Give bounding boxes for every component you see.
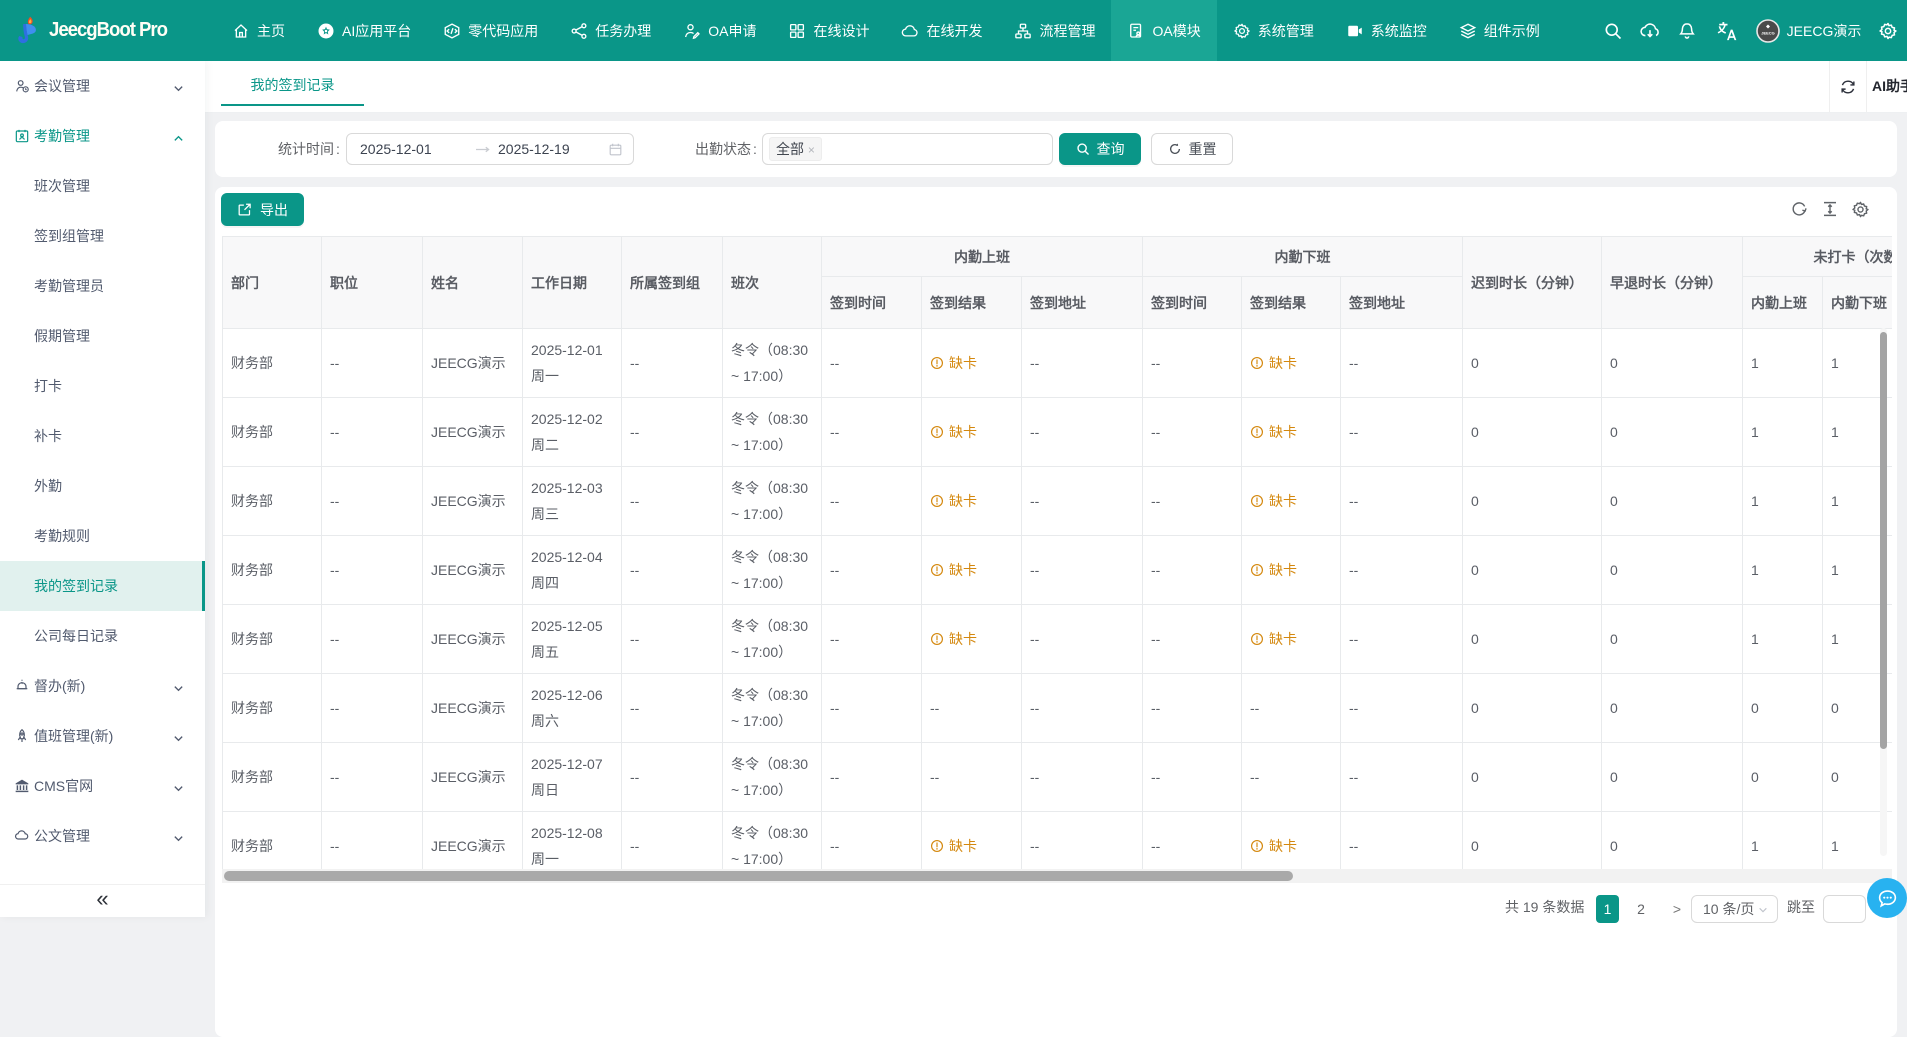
svg-text:JEECG: JEECG xyxy=(1761,30,1775,35)
